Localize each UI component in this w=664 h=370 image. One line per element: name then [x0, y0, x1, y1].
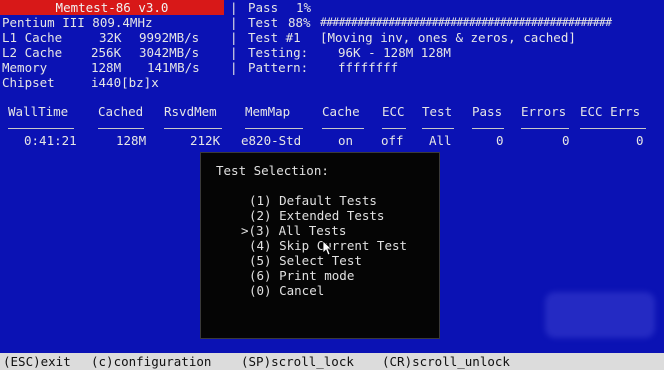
- configuration-hint[interactable]: (c)configuration: [91, 354, 211, 369]
- test-progress-bar: ########################################…: [320, 16, 612, 29]
- divider: [580, 128, 646, 129]
- dialog-title: Test Selection:: [216, 163, 329, 178]
- test-description: [Moving inv, ones & zeros, cached]: [320, 30, 576, 45]
- pattern-value: ffffffff: [338, 60, 399, 75]
- l2-cache-label: L2 Cache: [2, 45, 63, 60]
- app-title: Memtest-86 v3.0: [55, 0, 169, 15]
- table-header: WallTime Cached RsvdMem MemMap Cache ECC…: [0, 104, 664, 119]
- menu-item-extended-tests[interactable]: (2) Extended Tests: [249, 208, 384, 223]
- col-cached: Cached: [98, 104, 144, 119]
- divider: [422, 128, 454, 129]
- test-label: Test: [248, 15, 279, 30]
- divider: [164, 128, 222, 129]
- divider: [245, 128, 303, 129]
- pass-value: 0: [496, 133, 504, 148]
- divider: [8, 128, 74, 129]
- blurred-overlay: [545, 292, 655, 338]
- col-rsvdmem: RsvdMem: [164, 104, 217, 119]
- cache-value: on: [338, 133, 354, 148]
- cpu-info: Pentium III 809.4MHz: [2, 15, 153, 30]
- memory-label: Memory: [2, 60, 48, 75]
- pass-percent: 1%: [296, 0, 312, 15]
- menu-item-select-test[interactable]: (5) Select Test: [249, 253, 362, 268]
- divider: [322, 128, 364, 129]
- separator: |: [230, 30, 238, 45]
- separator: |: [230, 45, 238, 60]
- l1-cache-speed: 9992MB/s: [139, 30, 200, 45]
- status-bar: (ESC)exit (c)configuration (SP)scroll_lo…: [0, 353, 664, 370]
- menu-item-print-mode[interactable]: (6) Print mode: [249, 268, 354, 283]
- menu-item-default-tests[interactable]: (1) Default Tests: [249, 193, 377, 208]
- test-number: Test #1: [248, 30, 301, 45]
- col-pass: Pass: [472, 104, 503, 119]
- testing-range: 96K - 128M 128M: [338, 45, 451, 60]
- test-value: All: [429, 133, 452, 148]
- scroll-unlock-hint[interactable]: (CR)scroll_unlock: [382, 354, 510, 369]
- scroll-lock-hint[interactable]: (SP)scroll_lock: [241, 354, 354, 369]
- esc-exit-hint[interactable]: (ESC)exit: [3, 354, 71, 369]
- divider: [98, 128, 144, 129]
- errors-value: 0: [562, 133, 570, 148]
- l2-cache-speed: 3042MB/s: [139, 45, 200, 60]
- cached-value: 128M: [116, 133, 147, 148]
- memmap-value: e820-Std: [241, 133, 302, 148]
- app-title-bar: Memtest-86 v3.0: [0, 0, 224, 15]
- walltime-value: 0:41:21: [24, 133, 77, 148]
- menu-item-all-tests[interactable]: >(3) All Tests: [241, 223, 346, 238]
- menu-item-cancel[interactable]: (0) Cancel: [249, 283, 324, 298]
- l1-cache-label: L1 Cache: [2, 30, 63, 45]
- table-row: 0:41:21 128M 212K e820-Std on off All 0 …: [0, 133, 664, 148]
- col-test: Test: [422, 104, 453, 119]
- test-percent: 88%: [288, 15, 311, 30]
- divider: [521, 128, 569, 129]
- divider: [382, 128, 406, 129]
- mouse-pointer-icon: [322, 240, 332, 256]
- pattern-label: Pattern:: [248, 60, 309, 75]
- l2-cache-size: 256K: [91, 45, 122, 60]
- separator: |: [230, 0, 238, 15]
- separator: |: [230, 60, 238, 75]
- chipset-value: i440[bz]x: [91, 75, 159, 90]
- col-errors: Errors: [521, 104, 567, 119]
- pass-label: Pass: [248, 0, 279, 15]
- ecc-errs-value: 0: [636, 133, 644, 148]
- testing-label: Testing:: [248, 45, 309, 60]
- rsvdmem-value: 212K: [190, 133, 221, 148]
- test-selection-dialog: Test Selection: (1) Default Tests (2) Ex…: [200, 152, 440, 339]
- chipset-label: Chipset: [2, 75, 55, 90]
- col-cache: Cache: [322, 104, 360, 119]
- l1-cache-size: 32K: [99, 30, 122, 45]
- ecc-value: off: [381, 133, 404, 148]
- divider: [472, 128, 504, 129]
- memory-size: 128M: [91, 60, 122, 75]
- col-ecc: ECC: [382, 104, 405, 119]
- col-walltime: WallTime: [8, 104, 69, 119]
- col-memmap: MemMap: [245, 104, 291, 119]
- col-ecc-errs: ECC Errs: [580, 104, 641, 119]
- memory-speed: 141MB/s: [147, 60, 200, 75]
- separator: |: [230, 15, 238, 30]
